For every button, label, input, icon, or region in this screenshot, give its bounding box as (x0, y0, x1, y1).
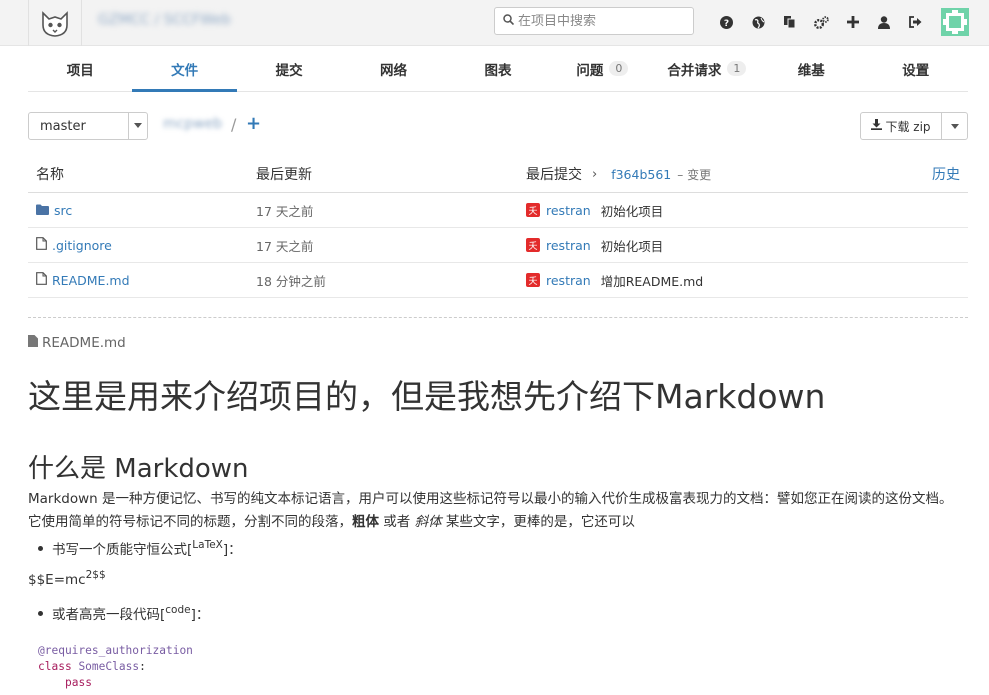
author-avatar: 夭 (526, 273, 540, 287)
help-icon[interactable]: ? (711, 11, 743, 33)
commit-sha-link[interactable]: f364b561 (611, 167, 671, 182)
file-table: 名称 最后更新 最后提交 › f364b561 – 变更 历史 src 17 天… (28, 156, 968, 298)
commit-author-link[interactable]: restran (546, 273, 591, 288)
commit-author-link[interactable]: restran (546, 203, 591, 218)
file-updated: 18 分钟之前 (256, 273, 326, 289)
commit-message[interactable]: 初始化项目 (601, 201, 664, 220)
bullet-dot (38, 545, 43, 551)
add-file-button[interactable]: + (246, 113, 261, 134)
svg-text:?: ? (724, 19, 729, 29)
breadcrumb[interactable]: GZMCC / SCCFWeb (98, 12, 231, 28)
branch-select[interactable]: master (28, 112, 148, 140)
project-nav: 项目 文件 提交 网络 图表 问题 0 合并请求 1 维基 设置 (28, 46, 968, 92)
branch-name: master (40, 118, 86, 134)
footnote-code[interactable]: code (165, 604, 190, 616)
file-updated: 17 天之前 (256, 238, 314, 254)
table-row: README.md 18 分钟之前 夭 restran 增加README.md (28, 263, 968, 298)
tab-project[interactable]: 项目 (28, 46, 132, 91)
readme-paragraph: Markdown 是一种方便记忆、书写的纯文本标记语言，用户可以使用这些标记符号… (28, 491, 953, 530)
user-icon[interactable] (869, 11, 901, 33)
column-name: 名称 (36, 167, 64, 183)
tab-wiki[interactable]: 维基 (759, 46, 863, 91)
bullet-dot (38, 610, 43, 616)
copy-icon[interactable] (774, 11, 806, 33)
globe-icon[interactable] (743, 11, 775, 33)
search-icon (503, 13, 515, 29)
readme-divider (28, 317, 968, 318)
code-keyword: class (38, 660, 72, 673)
file-name-link[interactable]: src (54, 203, 72, 218)
file-name-link[interactable]: README.md (52, 273, 130, 288)
italic-text: 斜体 (414, 514, 442, 530)
file-table-header: 名称 最后更新 最后提交 › f364b561 – 变更 历史 (28, 156, 968, 193)
gears-icon[interactable] (806, 11, 838, 33)
column-last-commit: 最后提交 (526, 167, 582, 183)
avatar[interactable] (941, 8, 969, 36)
bold-text: 粗体 (352, 514, 379, 530)
commit-message[interactable]: 增加README.md (601, 271, 704, 290)
repo-path[interactable]: mcpweb (163, 116, 222, 132)
folder-icon (36, 203, 49, 218)
tab-merge-requests[interactable]: 合并请求 1 (655, 46, 759, 91)
tab-graphs[interactable]: 图表 (446, 46, 550, 91)
path-separator: / (231, 115, 237, 134)
file-updated: 17 天之前 (256, 203, 314, 219)
author-avatar: 夭 (526, 238, 540, 252)
tab-commits[interactable]: 提交 (237, 46, 341, 91)
commit-message[interactable]: 初始化项目 (601, 236, 664, 255)
code-class-name: SomeClass (78, 660, 140, 673)
chevron-right-icon: › (592, 166, 598, 182)
code-decorator: @requires_authorization (38, 644, 193, 657)
plus-icon[interactable] (837, 11, 869, 33)
download-icon (871, 119, 883, 133)
footnote-latex[interactable]: LaTeX (192, 539, 223, 551)
readme-heading-1: 这里是用来介绍项目的，但是我想先介绍下Markdown (28, 377, 826, 416)
code-block: @requires_authorization class SomeClass:… (38, 644, 193, 689)
tab-issues[interactable]: 问题 0 (550, 46, 654, 91)
top-header: GZMCC / SCCFWeb ? (0, 0, 989, 46)
table-row: src 17 天之前 夭 restran 初始化项目 (28, 193, 968, 228)
tab-settings[interactable]: 设置 (864, 46, 968, 91)
download-options-dropdown[interactable] (941, 112, 968, 140)
math-formula: $$E=mc2$$ (28, 569, 106, 588)
history-link[interactable]: 历史 (908, 164, 968, 184)
search-box[interactable] (494, 7, 694, 35)
logout-icon[interactable] (900, 11, 932, 33)
gitlab-logo[interactable] (28, 0, 82, 46)
branch-select-divider (128, 113, 129, 139)
file-name-link[interactable]: .gitignore (52, 238, 112, 253)
readme-heading-2: 什么是 Markdown (28, 454, 249, 484)
commit-changes-label: – 变更 (677, 167, 712, 182)
author-avatar: 夭 (526, 203, 540, 217)
download-zip-button[interactable]: 下载 zip (860, 112, 942, 140)
search-input[interactable] (518, 13, 688, 29)
merge-requests-count-badge: 1 (727, 61, 747, 76)
table-row: .gitignore 17 天之前 夭 restran 初始化项目 (28, 228, 968, 263)
commit-author-link[interactable]: restran (546, 238, 591, 253)
file-icon (36, 272, 47, 288)
chevron-down-icon (134, 123, 142, 128)
readme-file-label: README.md (28, 335, 126, 351)
list-item: 书写一个质能守恒公式[LaTeX]： (38, 538, 242, 558)
code-keyword: pass (65, 676, 92, 689)
tab-files[interactable]: 文件 (132, 46, 238, 92)
column-updated: 最后更新 (256, 167, 312, 183)
file-icon (36, 237, 47, 253)
list-item: 或者高亮一段代码[code]： (38, 603, 209, 623)
issues-count-badge: 0 (609, 61, 629, 76)
tab-network[interactable]: 网络 (341, 46, 445, 91)
file-text-icon (28, 335, 38, 351)
